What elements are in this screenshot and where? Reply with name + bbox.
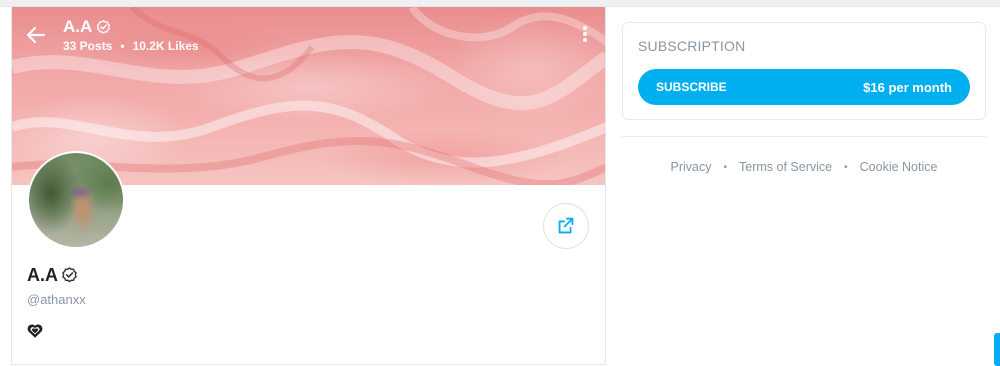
profile-name: A.A bbox=[27, 265, 79, 286]
privacy-link[interactable]: Privacy bbox=[671, 160, 712, 174]
username-handle: @athanxx bbox=[27, 292, 86, 307]
stats-separator: • bbox=[120, 39, 125, 53]
share-icon bbox=[558, 217, 574, 234]
subscribe-button[interactable]: SUBSCRIBE $16 per month bbox=[638, 69, 970, 105]
subscription-price: $16 per month bbox=[863, 79, 952, 95]
verified-badge-icon bbox=[97, 19, 111, 34]
subscription-box: SUBSCRIPTION SUBSCRIBE $16 per month bbox=[622, 22, 986, 120]
header-name: A.A bbox=[63, 17, 112, 37]
posts-count: 33 Posts bbox=[63, 39, 113, 53]
footer-links: Privacy • Terms of Service • Cookie Noti… bbox=[622, 160, 986, 174]
header-stats: 33 Posts • 10.2K Likes bbox=[63, 39, 199, 53]
footer-separator: • bbox=[844, 161, 848, 173]
top-bar bbox=[0, 0, 1000, 7]
cookie-notice-link[interactable]: Cookie Notice bbox=[860, 160, 938, 174]
heart-icon bbox=[27, 324, 43, 338]
more-options-icon[interactable] bbox=[578, 24, 592, 44]
verified-badge-icon bbox=[62, 267, 77, 283]
profile-card: A.A 33 Posts • 10.2K Likes A.A @athanxx bbox=[11, 7, 606, 365]
header-name-text: A.A bbox=[63, 17, 93, 36]
footer-separator: • bbox=[723, 161, 728, 173]
back-arrow-icon[interactable] bbox=[24, 23, 48, 47]
subscription-title: SUBSCRIPTION bbox=[638, 38, 746, 54]
avatar[interactable] bbox=[27, 151, 125, 249]
share-button[interactable] bbox=[543, 203, 589, 249]
divider bbox=[622, 136, 986, 137]
chat-tab-button[interactable] bbox=[994, 333, 1000, 366]
terms-link[interactable]: Terms of Service bbox=[739, 160, 832, 174]
profile-name-text: A.A bbox=[27, 265, 58, 285]
likes-count: 10.2K Likes bbox=[132, 39, 199, 53]
subscribe-label: SUBSCRIBE bbox=[656, 80, 727, 94]
